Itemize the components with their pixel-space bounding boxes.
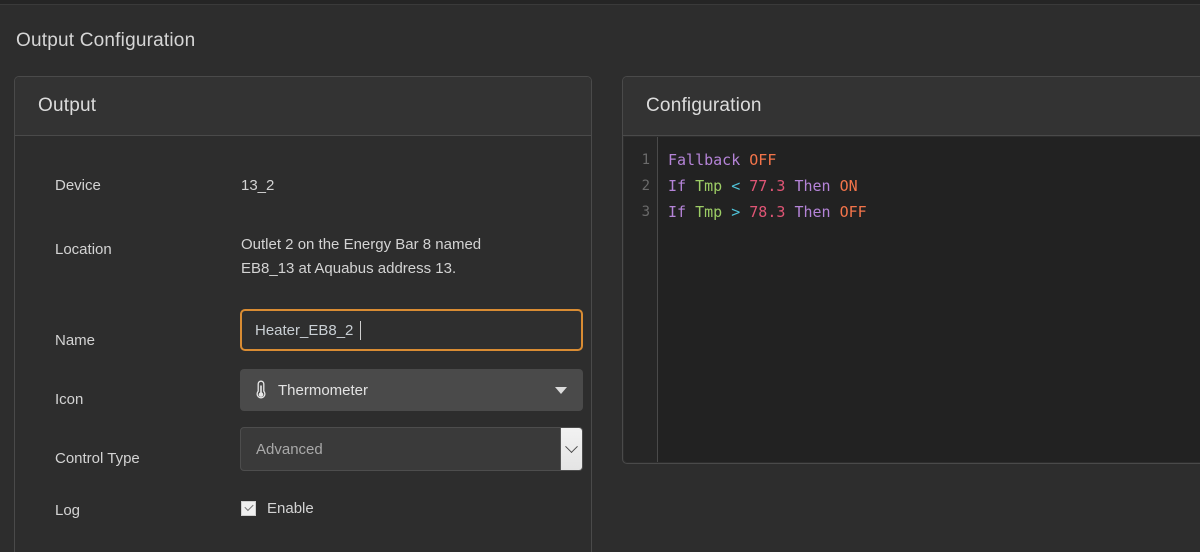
log-enable-label: Enable xyxy=(267,500,314,517)
code-token: If xyxy=(668,203,687,221)
code-token: OFF xyxy=(839,203,867,221)
editor-line-number: 3 xyxy=(641,204,650,220)
code-token: Fallback xyxy=(668,151,741,169)
code-token: 77.3 xyxy=(749,177,786,195)
device-value: 13_2 xyxy=(241,177,275,194)
code-token: ON xyxy=(839,177,858,195)
location-value-line-1: Outlet 2 on the Energy Bar 8 named xyxy=(241,236,482,253)
log-label: Log xyxy=(55,502,81,519)
control-type-label: Control Type xyxy=(55,450,140,467)
page-title: Output Configuration xyxy=(16,30,196,51)
icon-dropdown-value: Thermometer xyxy=(278,381,369,399)
icon-label: Icon xyxy=(55,391,84,408)
top-strip xyxy=(0,0,1200,5)
code-token: Then xyxy=(794,177,831,195)
configuration-panel-title: Configuration xyxy=(646,95,762,116)
control-type-select[interactable]: Advanced xyxy=(240,427,583,471)
code-token: Then xyxy=(794,203,831,221)
editor-code-line[interactable]: If Tmp < 77.3 Then ON xyxy=(668,173,1200,199)
name-input[interactable] xyxy=(240,309,583,351)
editor-line-number: 1 xyxy=(641,152,650,168)
chevron-down-icon xyxy=(565,439,578,453)
output-panel-header: Output xyxy=(15,77,591,136)
control-type-value: Advanced xyxy=(256,440,323,458)
configuration-panel-header: Configuration xyxy=(623,77,1200,136)
configuration-panel: Configuration 123 Fallback OFF If Tmp < 7… xyxy=(622,76,1200,464)
code-token: OFF xyxy=(749,151,777,169)
location-value-line-2: EB8_13 at Aquabus address 13. xyxy=(241,260,457,277)
output-panel-title: Output xyxy=(38,95,97,116)
device-label: Device xyxy=(55,177,101,194)
thermometer-icon xyxy=(254,380,268,400)
chevron-down-icon xyxy=(555,386,567,394)
code-token: > xyxy=(731,203,741,221)
editor-line-number-gutter: 1 2 3 xyxy=(624,137,658,462)
editor-code-area[interactable]: Fallback OFF If Tmp < 77.3 Then ON If Tmp … xyxy=(658,137,1200,462)
code-token: If xyxy=(668,177,687,195)
configuration-code-editor[interactable]: 123 Fallback OFF If Tmp < 77.3 Then ON If … xyxy=(624,137,1200,462)
icon-dropdown[interactable]: Thermometer xyxy=(240,369,583,411)
code-token: 78.3 xyxy=(749,203,786,221)
output-configuration-screen: Output Configuration Output Device 13_2 … xyxy=(0,0,1200,552)
name-label: Name xyxy=(55,332,96,349)
location-value: Outlet 2 on the Energy Bar 8 named EB8_1… xyxy=(241,233,481,281)
editor-code-line[interactable]: Fallback OFF xyxy=(668,147,1200,173)
editor-line-number: 2 xyxy=(641,178,650,194)
log-enable-checkbox[interactable] xyxy=(241,501,256,516)
control-type-dropdown-button[interactable] xyxy=(560,428,582,470)
editor-code-line[interactable]: If Tmp > 78.3 Then OFF xyxy=(668,199,1200,225)
code-token: Tmp xyxy=(695,177,723,195)
location-label: Location xyxy=(55,241,112,258)
output-panel: Output Device 13_2 Location Outlet 2 on … xyxy=(14,76,592,552)
log-enable-row[interactable]: Enable xyxy=(241,500,314,517)
code-token: Tmp xyxy=(695,203,723,221)
code-token: < xyxy=(731,177,741,195)
